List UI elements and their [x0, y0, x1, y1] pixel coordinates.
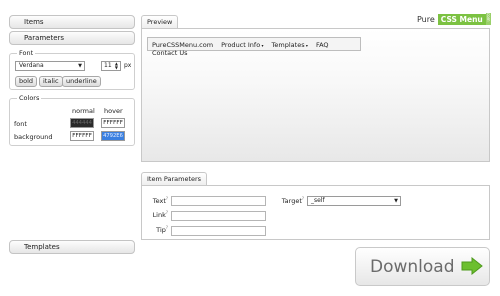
background-hover-color-swatch[interactable]: 4792E6 — [101, 131, 125, 141]
tip-field-label: Tip? — [144, 225, 168, 234]
colors-group-label: Colors — [17, 94, 42, 102]
download-button[interactable]: Download — [355, 247, 490, 286]
menu-item-contact-us[interactable]: Contact Us — [152, 49, 188, 57]
help-icon: ? — [165, 196, 168, 201]
font-family-select[interactable]: Verdana ▼ — [15, 61, 85, 71]
tab-preview[interactable]: Preview — [141, 15, 179, 29]
italic-button[interactable]: italic — [39, 76, 63, 87]
tab-item-parameters-label: Item Parameters — [147, 175, 202, 183]
submenu-arrow-icon: ▾ — [260, 43, 264, 48]
download-label: Download — [370, 256, 455, 277]
font-color-label: font — [14, 120, 27, 128]
templates-accordion-button[interactable]: Templates — [9, 240, 135, 254]
parameters-label: Parameters — [24, 34, 65, 42]
tip-input[interactable] — [171, 226, 266, 236]
hover-column-header: hover — [104, 107, 123, 115]
target-field-label: Target? — [276, 196, 304, 205]
italic-button-label: italic — [43, 77, 59, 85]
preview-panel: PureCSSMenu.com Product Info ▾ Templates… — [141, 28, 490, 162]
font-size-value: 11 — [104, 62, 112, 69]
font-hover-color-swatch[interactable]: FFFFFF — [101, 118, 125, 128]
background-color-label: background — [14, 133, 53, 141]
stepper-arrows-icon: ▲ ▼ — [114, 61, 118, 70]
link-field-label: Link? — [144, 210, 168, 219]
link-label: Link — [152, 211, 166, 220]
tip-label: Tip — [156, 226, 166, 235]
menu-item-label: PureCSSMenu.com — [152, 41, 214, 49]
font-normal-color-swatch[interactable]: 444444 — [70, 118, 94, 128]
items-label: Items — [24, 18, 44, 26]
font-size-unit: px — [124, 62, 132, 69]
tab-item-parameters[interactable]: Item Parameters — [141, 172, 208, 186]
bold-button[interactable]: bold — [15, 76, 38, 87]
menu-item-templates[interactable]: Templates ▾ — [272, 41, 308, 49]
menu-item-faq[interactable]: FAQ — [316, 41, 329, 49]
help-icon: ? — [165, 210, 168, 215]
text-field-label: Text? — [144, 196, 168, 205]
font-group-label: Font — [17, 49, 36, 57]
menu-item-label: Product Info — [221, 41, 261, 49]
menu-item-label: Templates — [271, 41, 305, 49]
colors-group: Colors normal hover font 444444 FFFFFF b… — [9, 94, 135, 146]
underline-button-label: underline — [66, 77, 97, 85]
text-input[interactable] — [171, 196, 266, 206]
background-normal-color-swatch[interactable]: FFFFFF — [70, 131, 94, 141]
normal-column-header: normal — [72, 107, 95, 115]
menu-item-product-info[interactable]: Product Info ▾ — [221, 41, 263, 49]
help-icon: ? — [165, 225, 168, 230]
pure-css-menu-logo: Pure CSS Menu com — [417, 13, 491, 25]
menu-item-label: Contact Us — [152, 49, 188, 57]
font-size-stepper[interactable]: 11 ▲ ▼ — [101, 61, 121, 71]
logo-com-text: com — [485, 13, 491, 25]
link-input[interactable] — [171, 211, 266, 221]
chevron-down-icon: ▼ — [78, 63, 82, 69]
submenu-arrow-icon: ▾ — [304, 43, 308, 48]
menu-item-label: FAQ — [315, 41, 329, 49]
tab-preview-label: Preview — [147, 18, 173, 26]
logo-pure-text: Pure — [417, 14, 435, 24]
underline-button[interactable]: underline — [62, 76, 101, 87]
menu-item-purecssmenu[interactable]: PureCSSMenu.com — [152, 41, 213, 49]
target-select[interactable]: _self ▼ — [307, 196, 401, 206]
parameters-accordion-button[interactable]: Parameters — [9, 31, 135, 45]
background-hover-color-value: 4792E6 — [103, 133, 123, 139]
logo-css-menu-text: CSS Menu — [437, 13, 486, 25]
text-label: Text — [152, 197, 166, 206]
chevron-down-icon: ▼ — [394, 198, 398, 204]
font-family-value: Verdana — [19, 62, 44, 69]
item-parameters-panel: Text? Link? Tip? Target? _self ▼ — [141, 185, 490, 240]
templates-label: Templates — [24, 243, 60, 251]
font-normal-color-value: 444444 — [72, 120, 92, 126]
help-icon: ? — [301, 196, 304, 201]
items-accordion-button[interactable]: Items — [9, 15, 135, 29]
bold-button-label: bold — [19, 77, 34, 85]
font-group: Font Verdana ▼ 11 ▲ ▼ px bold italic unde… — [9, 49, 135, 90]
font-hover-color-value: FFFFFF — [103, 120, 123, 126]
arrow-right-icon — [461, 256, 483, 277]
preview-menu-bar: PureCSSMenu.com Product Info ▾ Templates… — [147, 37, 361, 57]
background-normal-color-value: FFFFFF — [72, 133, 92, 139]
target-select-value: _self — [311, 197, 325, 204]
target-label: Target — [281, 197, 302, 206]
